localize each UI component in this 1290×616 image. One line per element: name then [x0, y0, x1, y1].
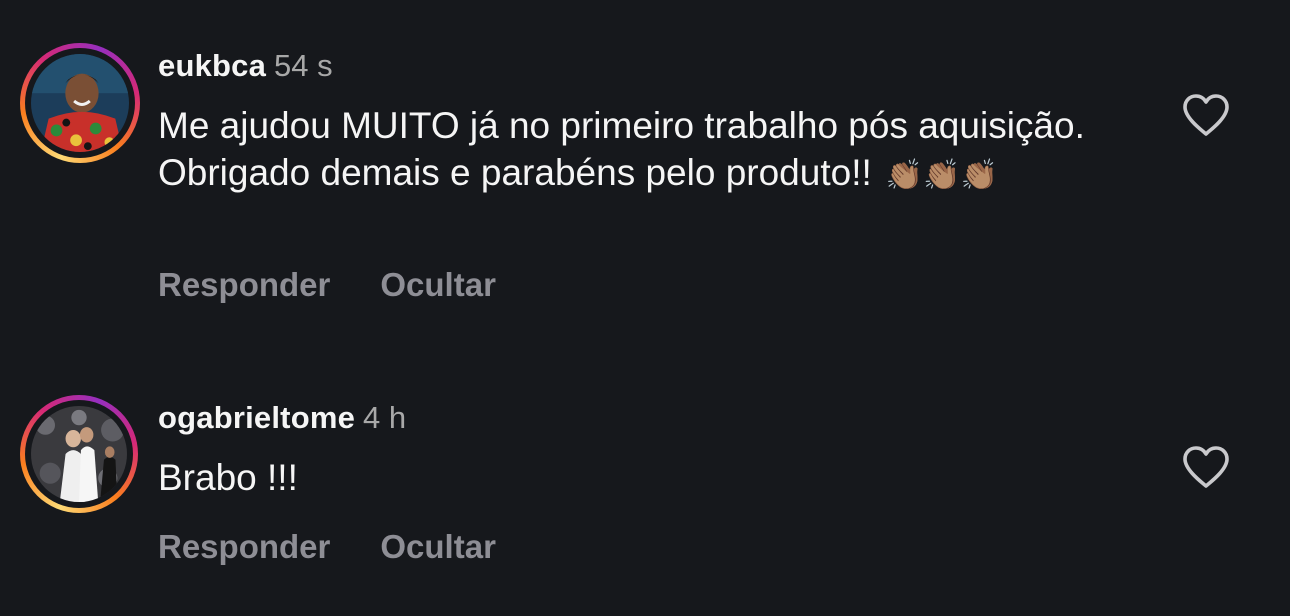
comment-actions: Responder Ocultar — [158, 528, 496, 566]
avatar[interactable] — [31, 406, 127, 502]
reply-button[interactable]: Responder — [158, 528, 330, 565]
comment-header: ogabrieltome 4 h — [158, 398, 406, 438]
heart-outline-icon[interactable] — [1181, 92, 1231, 138]
username[interactable]: ogabrieltome — [158, 400, 355, 435]
comment-text: Brabo !!! — [158, 454, 1118, 501]
clapping-hands-emoji: 👏🏽👏🏽👏🏽 — [885, 159, 998, 192]
username[interactable]: eukbca — [158, 48, 266, 83]
reply-button[interactable]: Responder — [158, 266, 330, 303]
story-ring[interactable] — [20, 395, 138, 513]
hide-button[interactable]: Ocultar — [380, 266, 496, 303]
comment-text: Me ajudou MUITO já no primeiro trabalho … — [158, 102, 1118, 199]
comment-item: eukbca 54 s Me ajudou MUITO já no primeir… — [0, 40, 1290, 330]
timestamp: 4 h — [363, 400, 407, 435]
comment-actions: Responder Ocultar — [158, 266, 496, 304]
timestamp: 54 s — [274, 48, 333, 83]
hide-button[interactable]: Ocultar — [380, 528, 496, 565]
comment-header: eukbca 54 s — [158, 46, 333, 86]
comment-item: ogabrieltome 4 h Brabo !!! Responder Ocult… — [0, 392, 1290, 592]
avatar[interactable] — [31, 54, 129, 152]
heart-outline-icon[interactable] — [1181, 444, 1231, 490]
story-ring[interactable] — [20, 43, 140, 163]
comment-text-content: Brabo !!! — [158, 457, 298, 498]
